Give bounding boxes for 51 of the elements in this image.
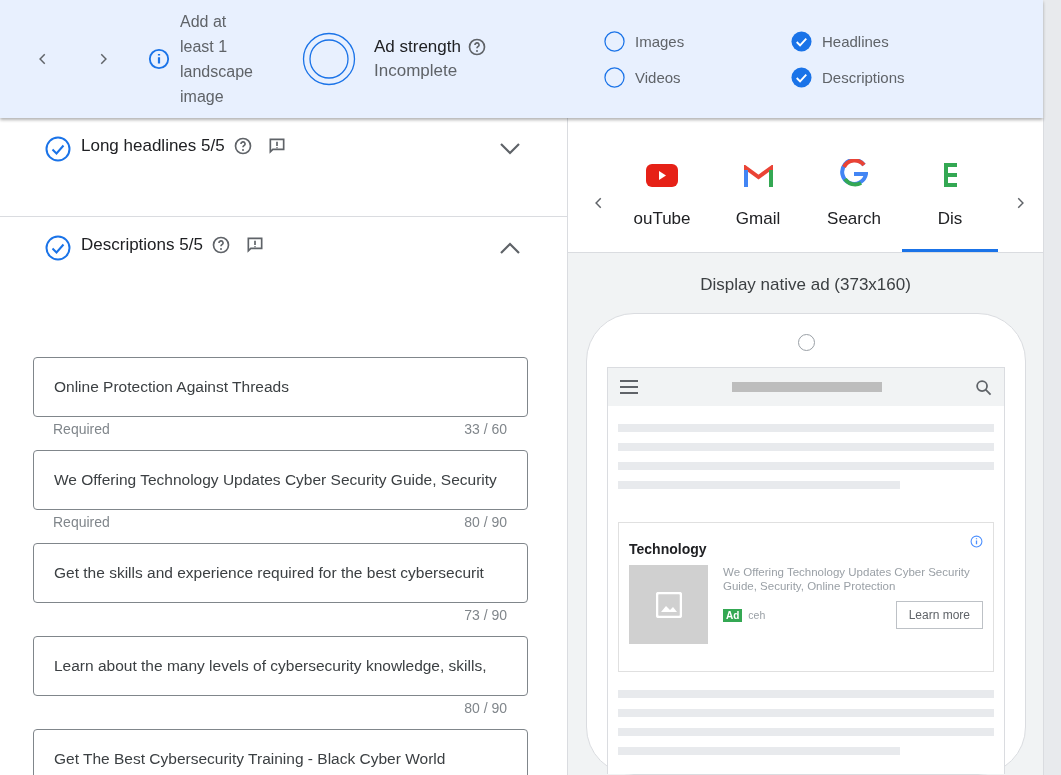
checked-circle-icon[interactable] — [791, 30, 812, 52]
checklist-label: Descriptions — [822, 68, 905, 86]
display-logo-icon — [943, 163, 957, 187]
character-count: 73 / 90 — [464, 607, 507, 625]
helper-text: Required — [53, 421, 110, 439]
ad-badge: Ad — [723, 608, 743, 622]
help-icon[interactable] — [466, 37, 487, 57]
section-title: Descriptions 5/5 — [81, 235, 203, 255]
checklist-label: Images — [635, 32, 685, 50]
checklist-label: Headlines — [822, 32, 889, 50]
ad-format-title: Display native ad (373x160) — [699, 275, 912, 295]
search-icon — [975, 378, 992, 396]
help-icon[interactable] — [232, 136, 253, 156]
unchecked-circle-icon[interactable] — [604, 66, 625, 88]
ad-strength-value: Incomplete — [374, 61, 459, 81]
character-count: 33 / 60 — [464, 421, 507, 439]
unchecked-circle-icon[interactable] — [604, 30, 625, 52]
learn-more-button[interactable]: Learn more — [895, 601, 983, 629]
checked-circle-icon[interactable] — [791, 66, 812, 88]
tip-text: Add at least 1 landscape image — [180, 12, 254, 107]
character-count: 80 / 90 — [464, 700, 507, 718]
envelope-logo-icon — [743, 165, 773, 187]
character-count: 80 / 90 — [464, 514, 507, 532]
strength-ring-icon — [302, 32, 356, 86]
menu-icon — [620, 380, 638, 394]
advertiser-name: ceh — [748, 609, 766, 621]
play-logo-icon — [646, 164, 678, 187]
info-icon — [148, 48, 170, 70]
section-title: Long headlines 5/5 — [81, 136, 225, 156]
description-input[interactable]: Learn about the many levels of cybersecurity knowledge, skills, — [33, 636, 528, 696]
preview-tab[interactable]: Gmail — [710, 117, 806, 252]
chevron-up-icon — [499, 241, 521, 255]
ad-strength-label: Ad strength — [374, 37, 461, 57]
image-icon — [655, 591, 682, 618]
preview-tab[interactable]: Dis — [902, 117, 998, 252]
chevron-down-icon — [499, 142, 521, 156]
description-input[interactable]: Get The Best Cybersecurity Training - Black Cyber World — [33, 729, 528, 775]
info-icon — [970, 535, 983, 548]
g-logo-icon — [840, 159, 868, 187]
ad-description: We Offering Technology Updates Cyber Security Guide, Security, Online Protection — [723, 565, 971, 593]
help-icon[interactable] — [210, 235, 231, 255]
preview-tab[interactable]: Search — [806, 117, 902, 252]
preview-tab[interactable]: ouTube — [614, 117, 710, 252]
check-circle-icon — [45, 235, 71, 261]
check-circle-icon — [45, 136, 71, 162]
description-input[interactable]: Get the skills and experience required for the best cybersecurit — [33, 543, 528, 603]
description-input[interactable]: Online Protection Against Threads — [33, 357, 528, 417]
description-input[interactable]: We Offering Technology Updates Cyber Security Guide, Security — [33, 450, 528, 510]
ad-title: Technology — [629, 541, 707, 557]
checklist-label: Videos — [635, 68, 681, 86]
helper-text: Required — [53, 514, 110, 532]
